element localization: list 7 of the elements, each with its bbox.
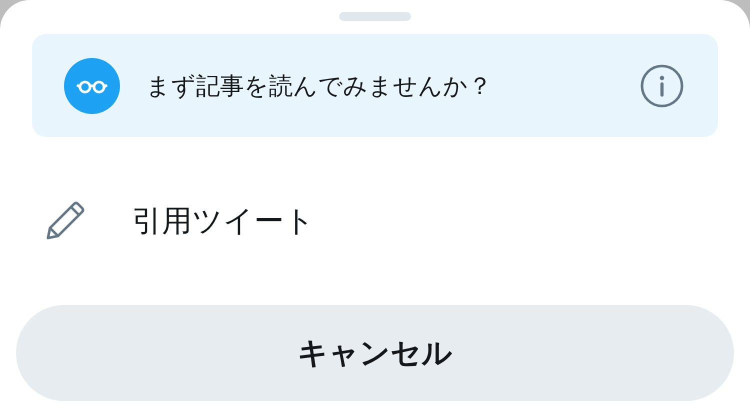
glasses-icon: [64, 58, 120, 114]
quote-tweet-option[interactable]: 引用ツイート: [16, 200, 734, 242]
banner-text: まず記事を読んでみませんか？: [146, 70, 493, 102]
cancel-button[interactable]: キャンセル: [16, 305, 734, 401]
info-icon[interactable]: [640, 64, 684, 108]
drag-handle[interactable]: [339, 12, 411, 21]
pencil-icon: [44, 200, 86, 242]
